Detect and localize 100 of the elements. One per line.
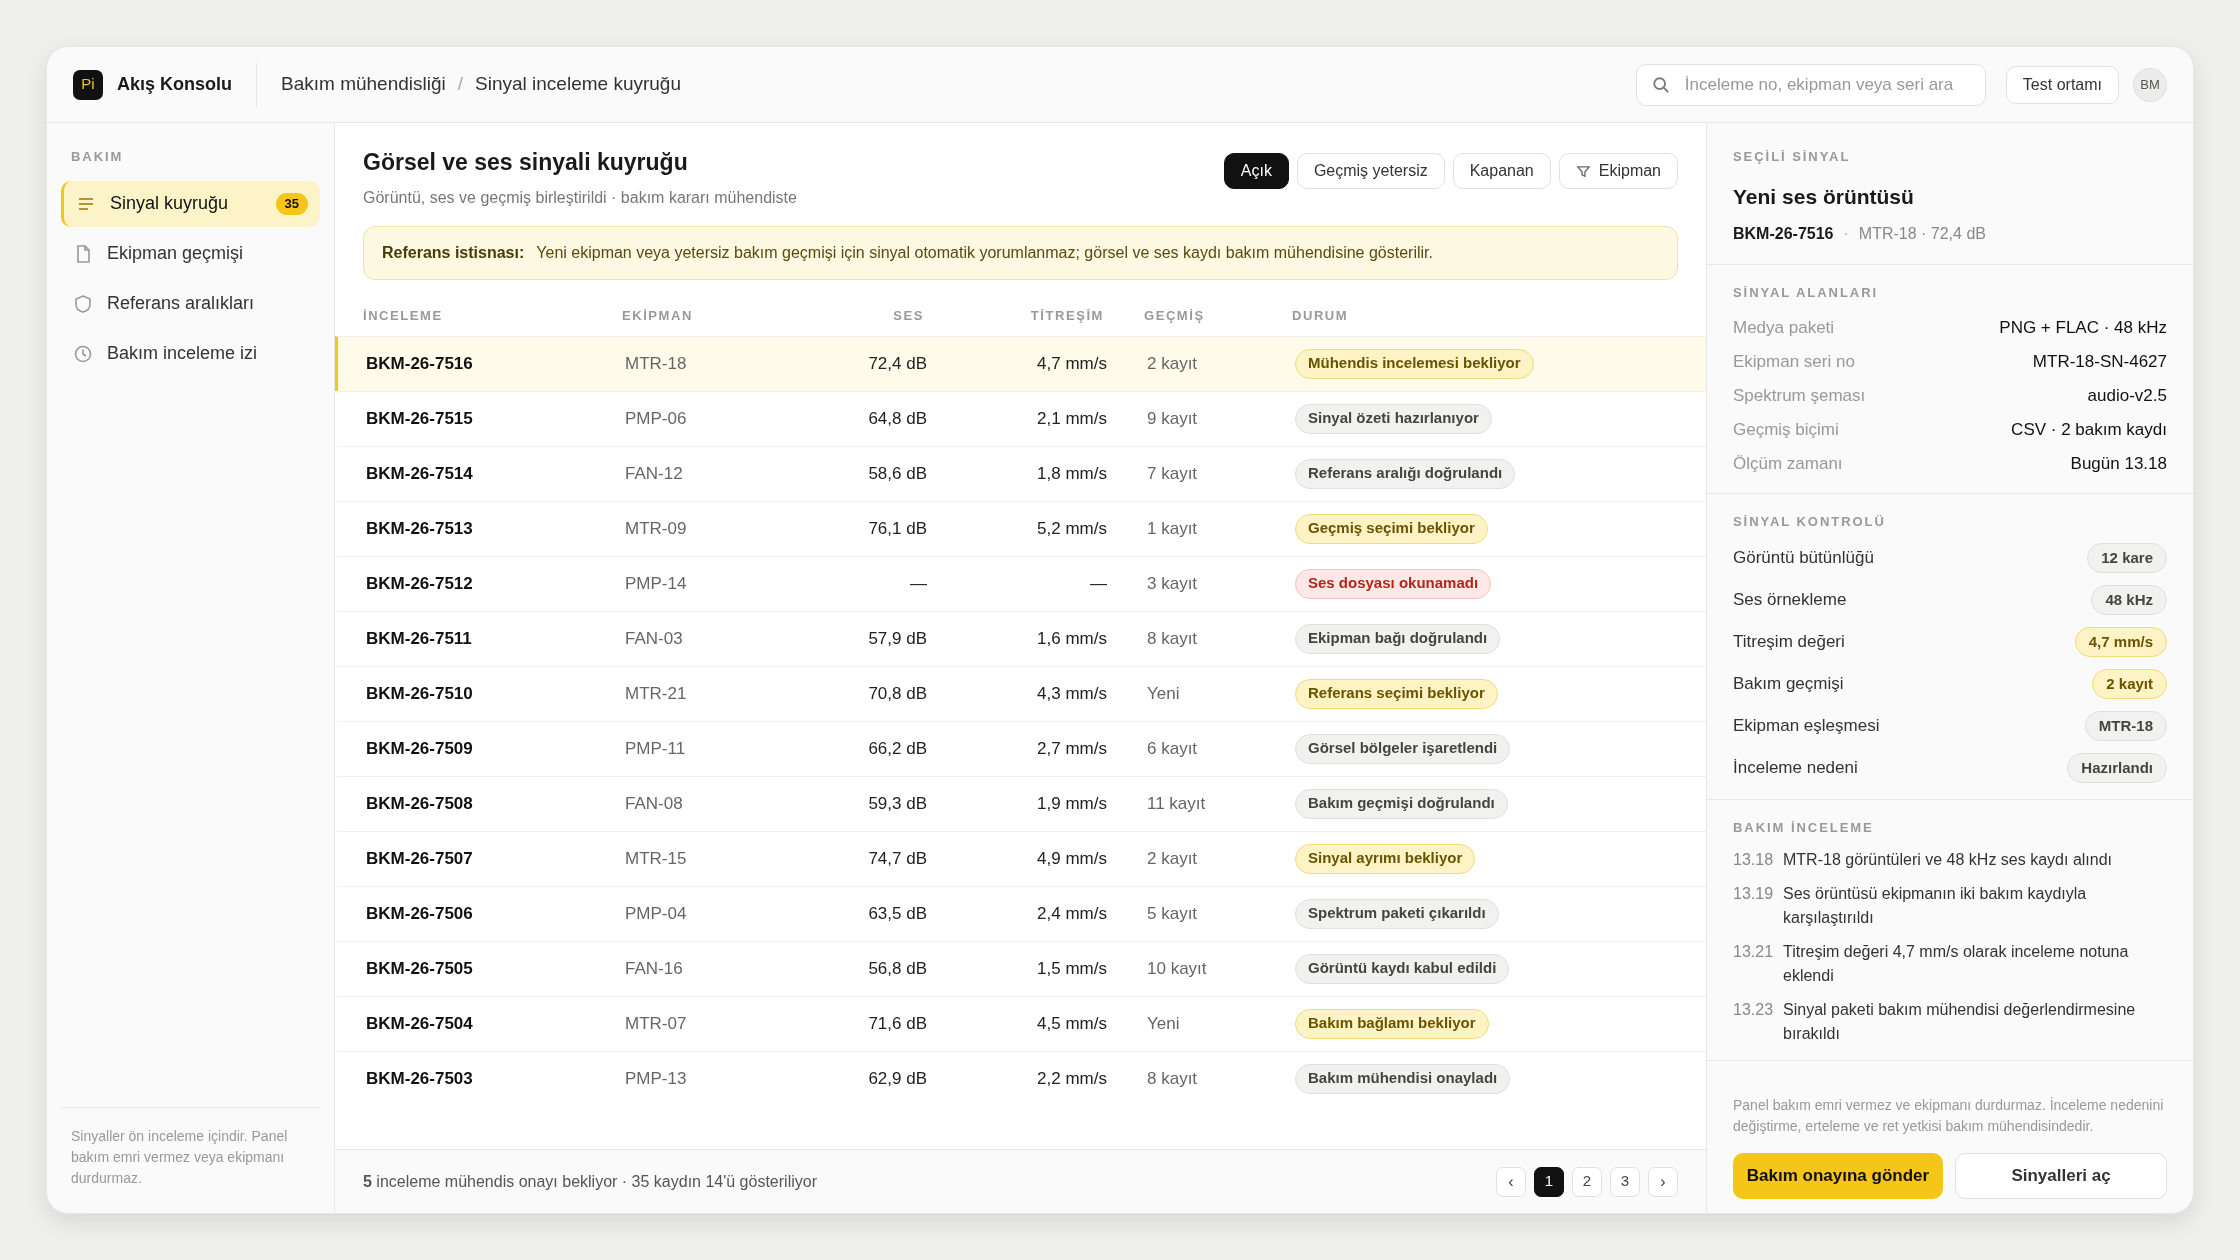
sidebar-item[interactable]: Ekipman geçmişi	[61, 230, 320, 277]
open-signals-button[interactable]: Sinyalleri aç	[1955, 1153, 2167, 1199]
search-field[interactable]: İnceleme no, ekipman veya seri ara	[1635, 63, 1986, 106]
field-value: CSV · 2 bakım kaydı	[2011, 418, 2167, 441]
check-badge: 48 kHz	[2091, 585, 2167, 615]
sidebar-item[interactable]: Sinyal kuyruğu 35	[61, 180, 320, 227]
status-badge: Ses dosyası okunamadı	[1295, 568, 1492, 599]
table-cell: 4,7 mm/s	[1037, 353, 1107, 373]
table-cell: 57,9 dB	[868, 628, 927, 648]
table-cell: BKM-26-7509	[366, 738, 473, 758]
table-cell: 76,1 dB	[868, 518, 927, 538]
page-button[interactable]: 2	[1572, 1166, 1602, 1197]
table-cell: 8 kayıt	[1147, 1068, 1198, 1088]
table-cell: BKM-26-7504	[366, 1013, 473, 1033]
check-label: İnceleme nedeni	[1733, 757, 1858, 780]
app-name: Akış Konsolu	[117, 73, 232, 96]
sidebar-note: Sinyaller ön inceleme içindir. Panel bakım emri vermez veya ekipmanı durdurmaz.	[71, 1127, 289, 1188]
table-cell: 62,9 dB	[868, 1068, 927, 1088]
table-cell: BKM-26-7512	[366, 573, 473, 593]
filter-chip[interactable]: Geçmiş yetersiz	[1296, 153, 1445, 189]
status-badge: Referans aralığı doğrulandı	[1295, 458, 1516, 489]
table-cell: 2,2 mm/s	[1037, 1068, 1107, 1088]
table-cell: 10 kayıt	[1147, 958, 1207, 978]
field-value: Bugün 13.18	[2070, 452, 2167, 475]
table-cell: 5 kayıt	[1147, 903, 1198, 923]
table-cell: 2,7 mm/s	[1037, 738, 1107, 758]
table-cell: 71,6 dB	[868, 1013, 927, 1033]
table-cell: 74,7 dB	[868, 848, 927, 868]
status-badge: Ekipman bağı doğrulandı	[1295, 623, 1501, 654]
submit-button[interactable]: Bakım onayına gönder	[1733, 1153, 1943, 1199]
table-cell: 72,4 dB	[868, 353, 927, 373]
check-label: Bakım geçmişi	[1733, 673, 1844, 696]
field-label: Spektrum şeması	[1733, 384, 1866, 407]
table-cell: FAN-03	[625, 628, 683, 648]
page-subtitle: Görüntü, ses ve geçmiş birleştirildi · bakım kararı mühendiste	[363, 187, 797, 208]
table-cell: 2,4 mm/s	[1037, 903, 1107, 923]
app-logo: Pi	[73, 69, 103, 100]
check-badge: 2 kayıt	[2092, 669, 2167, 699]
separator-dot: ·	[1843, 224, 1849, 244]
log-text: Titreşim değeri 4,7 mm/s olarak inceleme notuna eklendi	[1783, 941, 2130, 986]
section-label: SİNYAL KONTROLÜ	[1733, 512, 1887, 531]
table-cell: 7 kayıt	[1147, 463, 1198, 483]
environment-button[interactable]: Test ortamı	[2005, 65, 2119, 104]
table-cell: BKM-26-7513	[366, 518, 473, 538]
field-label: Medya paketi	[1733, 316, 1835, 339]
table-cell: BKM-26-7511	[366, 628, 472, 648]
table-cell: —	[910, 573, 927, 593]
table-cell: BKM-26-7514	[366, 463, 473, 483]
page-button[interactable]: 1	[1534, 1166, 1564, 1197]
review-meta: MTR-18 · 72,4 dB	[1858, 224, 1986, 244]
table-cell: MTR-09	[625, 518, 687, 538]
status-badge: Bakım bağlamı bekliyor	[1295, 1008, 1489, 1039]
column-header: TİTREŞİM	[1030, 307, 1104, 323]
section-label: BAKIM	[70, 148, 125, 166]
table-cell: 1,9 mm/s	[1037, 793, 1107, 813]
sidebar-item[interactable]: Referans aralıkları	[61, 280, 320, 327]
field-label: Ölçüm zamanı	[1733, 452, 1843, 475]
section-label: BAKIM İNCELEME	[1733, 819, 1875, 837]
check-badge: MTR-18	[2084, 711, 2167, 741]
filter-icon	[1575, 163, 1591, 179]
table-cell: 70,8 dB	[868, 683, 927, 703]
table-cell: BKM-26-7510	[366, 683, 473, 703]
notice-text: Referans istisnası: Yeni ekipman veya yetersiz bakım geçmişi için sinyal otomatik yorumlanmaz; görsel ve ses kaydı bakım mühendisine gösterilir.	[382, 243, 1433, 261]
table-cell: 2 kayıt	[1147, 848, 1198, 868]
filter-chip[interactable]: Kapanan	[1452, 153, 1551, 189]
status-badge: Bakım geçmişi doğrulandı	[1295, 788, 1508, 819]
status-badge: Sinyal ayrımı bekliyor	[1295, 843, 1476, 874]
table-cell: 64,8 dB	[868, 408, 927, 428]
table-cell: 2,1 mm/s	[1037, 408, 1107, 428]
table-cell: FAN-08	[625, 793, 683, 813]
table-cell: 4,9 mm/s	[1037, 848, 1107, 868]
user-avatar[interactable]: BM	[2133, 67, 2167, 102]
page-title: Görsel ve ses sinyali kuyruğu	[363, 148, 689, 177]
status-badge: Görsel bölgeler işaretlendi	[1295, 733, 1511, 764]
table-cell: MTR-21	[625, 683, 687, 703]
column-header: EKİPMAN	[622, 307, 693, 323]
table-row[interactable]: BKM-26-7516 MTR-18 72,4 dB 4,7 mm/s 2 kayıt Mühendis incelemesi bekliyor	[335, 335, 1706, 391]
search-icon	[1651, 75, 1670, 94]
table-cell: 2 kayıt	[1147, 353, 1198, 373]
check-badge: 12 kare	[2087, 543, 2167, 573]
field-value: audio-v2.5	[2087, 384, 2167, 407]
table-cell: BKM-26-7506	[366, 903, 473, 923]
log-text: MTR-18 görüntüleri ve 48 kHz ses kaydı alındı	[1783, 849, 2114, 870]
field-value: PNG + FLAC · 48 kHz	[1999, 316, 2167, 339]
table-cell: BKM-26-7516	[366, 353, 473, 373]
breadcrumb-item[interactable]: Sinyal inceleme kuyruğu	[475, 70, 681, 99]
filter-chip[interactable]: Açık	[1223, 153, 1289, 189]
breadcrumb-item[interactable]: Bakım mühendisliği	[281, 70, 446, 99]
page-button[interactable]: 3	[1610, 1166, 1640, 1197]
filter-chip[interactable]: Ekipman	[1558, 153, 1678, 189]
table-cell: 59,3 dB	[868, 793, 927, 813]
check-label: Titreşim değeri	[1733, 631, 1845, 654]
table-cell: BKM-26-7503	[366, 1068, 473, 1088]
check-label: Ses örnekleme	[1733, 589, 1847, 612]
review-id: BKM-26-7516	[1733, 224, 1834, 244]
check-label: Görüntü bütünlüğü	[1733, 547, 1874, 570]
column-header: SES	[893, 307, 924, 323]
section-label: SEÇİLİ SİNYAL	[1733, 148, 1852, 166]
sidebar-item[interactable]: Bakım inceleme izi	[61, 330, 320, 377]
table-cell: 1 kayıt	[1147, 518, 1198, 538]
